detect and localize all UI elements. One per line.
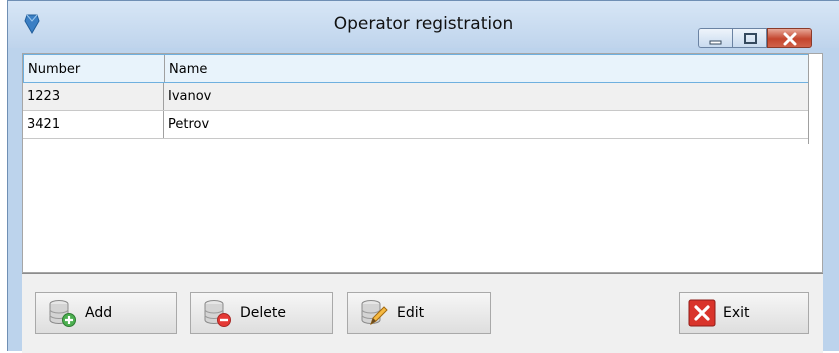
database-delete-icon [204,300,231,327]
operators-grid[interactable]: Number Name 1223 Ivanov 3421 Petrov [22,53,823,273]
database-add-icon [49,300,76,327]
exit-button[interactable]: Exit [679,292,809,334]
title-bar[interactable]: Operator registration [8,1,839,48]
button-panel: Add Delete Edit Exit [22,273,823,353]
delete-button[interactable]: Delete [190,292,333,334]
add-button[interactable]: Add [35,292,177,334]
operator-registration-window: Operator registration Number Name 1223 I… [7,0,839,353]
cell-name[interactable]: Ivanov [164,83,809,110]
table-row[interactable]: 3421 Petrov [23,111,809,139]
maximize-button[interactable] [732,28,767,48]
close-icon [783,32,797,46]
column-header-name[interactable]: Name [165,55,810,82]
delete-button-label: Delete [240,305,286,321]
grid-header-row: Number Name [23,54,809,83]
minimize-icon [709,40,722,45]
column-header-number[interactable]: Number [24,55,165,82]
maximize-icon [744,33,757,44]
exit-button-label: Exit [723,305,750,321]
close-x-icon [688,299,716,327]
add-button-label: Add [85,305,113,321]
edit-button-label: Edit [397,305,425,321]
grid-right-border [808,54,809,144]
client-area: Number Name 1223 Ivanov 3421 Petrov Add … [22,53,823,353]
cell-name[interactable]: Petrov [164,111,809,138]
cell-number[interactable]: 3421 [23,111,164,138]
close-button[interactable] [767,28,812,48]
edit-button[interactable]: Edit [347,292,491,334]
minimize-button[interactable] [698,28,732,48]
table-row[interactable]: 1223 Ivanov [23,83,809,111]
database-edit-icon [361,300,388,326]
cell-number[interactable]: 1223 [23,83,164,110]
